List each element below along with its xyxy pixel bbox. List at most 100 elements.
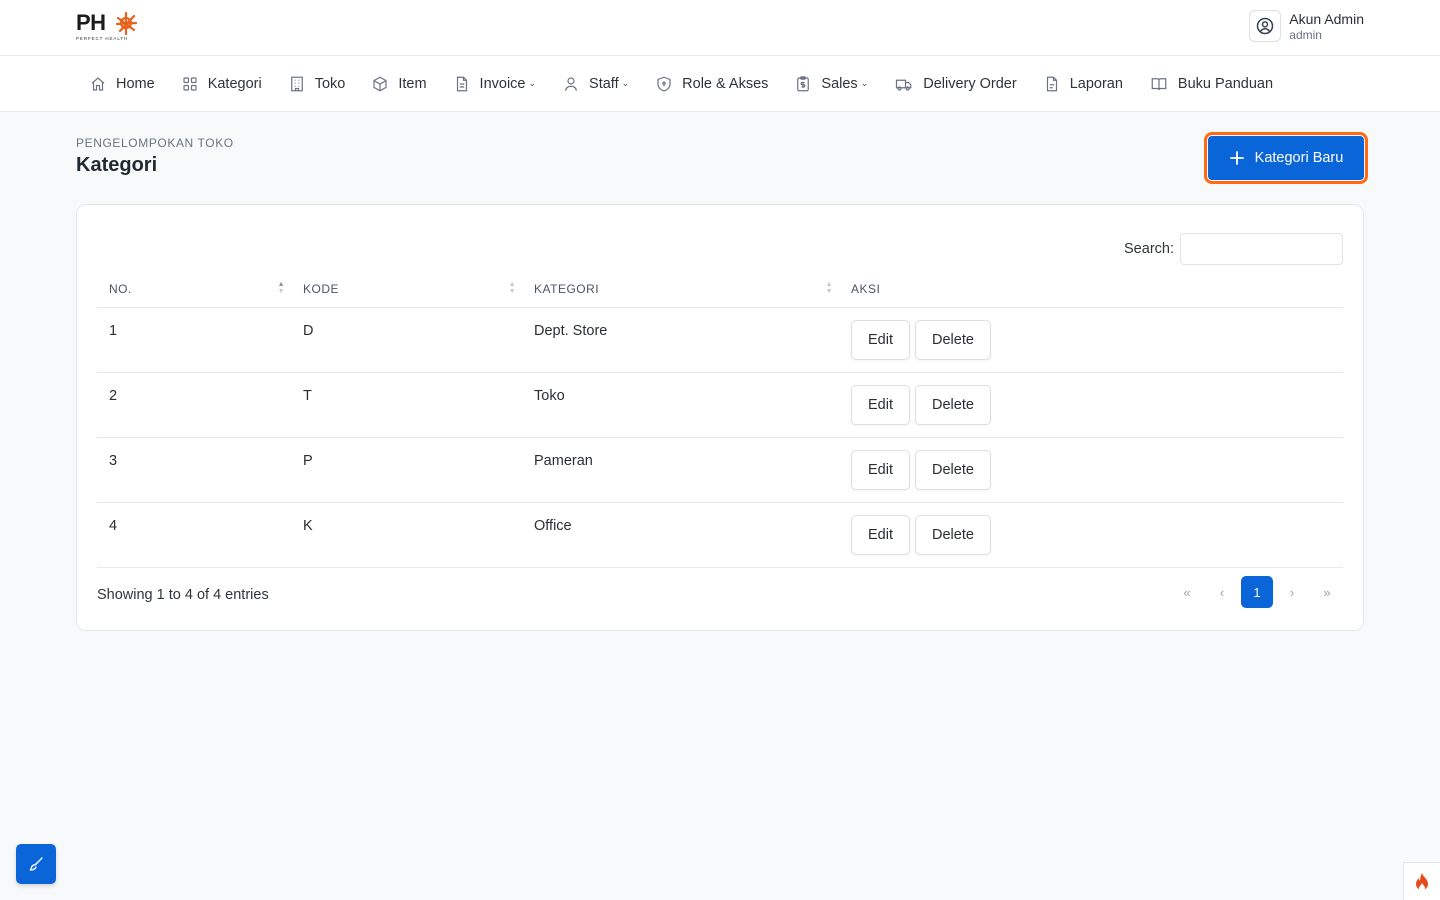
cell-kategori: Dept. Store (522, 307, 839, 373)
table-header-row: NO. ▲ ▼ KODE ▲ ▼ KATEGORI ▲ ▼ AKSI (97, 271, 1343, 308)
nav-home[interactable]: Home (76, 56, 168, 112)
truck-icon (896, 79, 912, 91)
table-row: 2 T Toko Edit Delete (97, 372, 1343, 438)
flame-icon (1416, 872, 1428, 891)
nav-sales[interactable]: Sales ⌄ (781, 56, 881, 112)
user-circle-icon (1257, 17, 1274, 35)
page-pretitle: PENGELOMPOKAN TOKO (76, 136, 234, 150)
nav-delivery-order-label: Delivery Order (923, 75, 1017, 92)
chevron-down-icon: ⌄ (528, 78, 537, 88)
page-header: PENGELOMPOKAN TOKO Kategori (76, 136, 234, 177)
nav-toko-label: Toko (314, 75, 346, 92)
nav-sales-label: Sales (821, 75, 858, 92)
cell-kode: T (291, 372, 522, 438)
nav-buku-panduan[interactable]: Buku Panduan (1136, 56, 1286, 112)
brand-logo[interactable]: PH PERFECT HEALTH (76, 12, 140, 46)
pagination: « ‹ 1 › » (1171, 576, 1343, 608)
theme-settings-button[interactable] (16, 844, 56, 884)
chevron-down-icon: ⌄ (860, 78, 869, 88)
column-header-aksi: AKSI (839, 271, 1343, 308)
edit-button[interactable]: Edit (851, 384, 910, 425)
cell-no: 3 (97, 437, 291, 503)
new-category-button[interactable]: Kategori Baru (1204, 132, 1368, 184)
delete-button[interactable]: Delete (915, 319, 991, 360)
cell-no: 1 (97, 307, 291, 373)
category-table-card: Search: NO. ▲ ▼ KODE ▲ ▼ KATEGORI ▲ ▼ AKSI 1 D… (76, 204, 1364, 631)
table-row: 1 D Dept. Store Edit Delete (97, 307, 1343, 373)
cell-aksi: Edit Delete (839, 437, 1343, 503)
main-nav: Home Kategori Toko Item Invoice ⌄ Staff … (0, 56, 1440, 112)
column-header-label: NO. (109, 281, 132, 296)
nav-laporan-label: Laporan (1069, 75, 1123, 92)
building-icon (290, 76, 303, 91)
top-bar: PH PERFECT HEALTH Akun Admin admin (0, 0, 1440, 56)
search-label: Search: (1124, 241, 1174, 257)
debug-toolbar-toggle[interactable] (1403, 862, 1440, 900)
account-menu[interactable]: Akun Admin admin (1249, 10, 1364, 42)
file-icon (456, 76, 467, 91)
nav-kategori[interactable]: Kategori (168, 56, 275, 112)
nav-invoice-label: Invoice (479, 75, 526, 92)
nav-item-label: Item (398, 75, 427, 92)
cell-aksi: Edit Delete (839, 502, 1343, 568)
home-icon (91, 76, 105, 91)
avatar[interactable] (1249, 10, 1282, 42)
pager-prev-button[interactable]: ‹ (1206, 576, 1238, 608)
logo-mark-icon (115, 11, 138, 36)
cell-kategori: Toko (522, 372, 839, 438)
pager-page-1[interactable]: 1 (1241, 576, 1273, 608)
nav-invoice[interactable]: Invoice ⌄ (440, 56, 550, 112)
sort-icon: ▲ ▼ (825, 281, 833, 295)
cell-kode: P (291, 437, 522, 503)
document-icon (1046, 76, 1057, 91)
delete-button[interactable]: Delete (915, 384, 991, 425)
nav-kategori-label: Kategori (207, 75, 262, 92)
column-header-kategori[interactable]: KATEGORI ▲ ▼ (522, 271, 839, 308)
cell-kategori: Pameran (522, 437, 839, 503)
table-row: 4 K Office Edit Delete (97, 502, 1343, 568)
book-icon (1151, 77, 1167, 90)
column-header-no[interactable]: NO. ▲ ▼ (97, 271, 291, 308)
user-icon (565, 76, 577, 91)
nav-staff-label: Staff (589, 75, 619, 92)
nav-item[interactable]: Item (358, 56, 439, 112)
page-title: Kategori (76, 154, 158, 176)
nav-toko[interactable]: Toko (275, 56, 359, 112)
nav-laporan[interactable]: Laporan (1030, 56, 1136, 112)
clipboard-dollar-icon (797, 75, 810, 91)
nav-role-akses[interactable]: Role & Akses (642, 56, 781, 112)
table-info: Showing 1 to 4 of 4 entries (97, 587, 269, 603)
sort-icon: ▲ ▼ (508, 281, 516, 295)
category-table: NO. ▲ ▼ KODE ▲ ▼ KATEGORI ▲ ▼ AKSI 1 D Dept. S… (97, 271, 1343, 568)
chevron-down-icon: ⌄ (621, 78, 630, 88)
cell-no: 4 (97, 502, 291, 568)
column-header-kode[interactable]: KODE ▲ ▼ (291, 271, 522, 308)
pager-next-button[interactable]: › (1276, 576, 1308, 608)
edit-button[interactable]: Edit (851, 514, 910, 555)
column-header-label: AKSI (851, 281, 881, 296)
delete-button[interactable]: Delete (915, 514, 991, 555)
column-header-label: KODE (303, 281, 340, 296)
account-role: admin (1289, 28, 1322, 42)
shield-icon (657, 76, 671, 91)
edit-button[interactable]: Edit (851, 449, 910, 490)
new-category-label: Kategori Baru (1254, 150, 1344, 166)
table-row: 3 P Pameran Edit Delete (97, 437, 1343, 503)
cell-aksi: Edit Delete (839, 307, 1343, 373)
delete-button[interactable]: Delete (915, 449, 991, 490)
nav-role-akses-label: Role & Akses (682, 75, 769, 92)
cell-no: 2 (97, 372, 291, 438)
nav-staff[interactable]: Staff ⌄ (549, 56, 642, 112)
edit-button[interactable]: Edit (851, 319, 910, 360)
search-input[interactable] (1180, 233, 1343, 265)
plus-icon (1229, 151, 1244, 165)
nav-delivery-order[interactable]: Delivery Order (881, 56, 1029, 112)
account-name: Akun Admin (1289, 11, 1364, 27)
pager-first-button[interactable]: « (1171, 576, 1203, 608)
logo-tagline: PERFECT HEALTH (76, 36, 129, 41)
pager-last-button[interactable]: » (1311, 576, 1343, 608)
nav-home-label: Home (116, 75, 155, 92)
brush-icon (29, 857, 43, 871)
cell-kategori: Office (522, 502, 839, 568)
cell-aksi: Edit Delete (839, 372, 1343, 438)
